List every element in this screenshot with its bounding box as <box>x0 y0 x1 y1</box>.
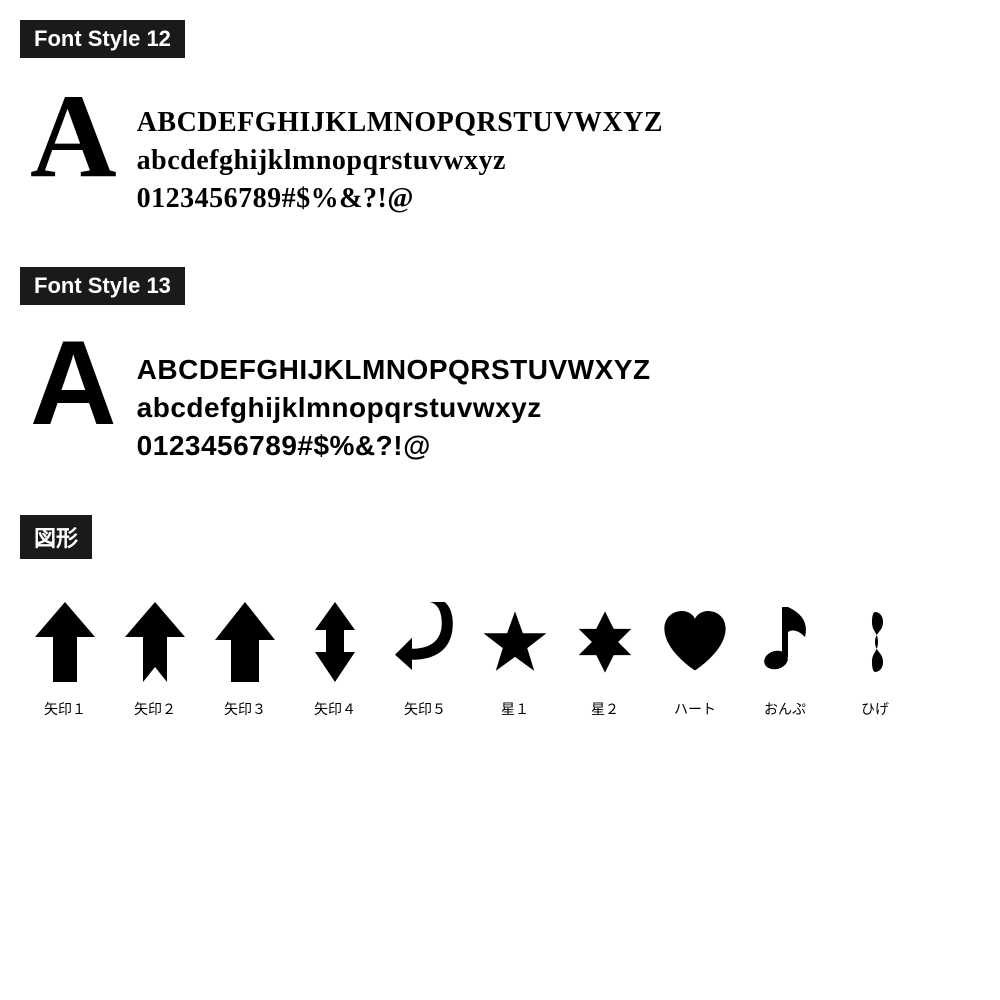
mustache-icon <box>858 597 893 687</box>
shape-arrow1: 矢印１ <box>20 597 110 719</box>
shape-arrow2-label: 矢印２ <box>134 699 176 719</box>
shapes-header: 図形 <box>20 515 92 559</box>
font-style-13-demo: A ABCDEFGHIJKLMNOPQRSTUVWXYZ abcdefghijk… <box>20 323 980 484</box>
font-style-12-demo: A ABCDEFGHIJKLMNOPQRSTUVWXYZ abcdefghijk… <box>20 76 980 237</box>
font-style-12-chars: ABCDEFGHIJKLMNOPQRSTUVWXYZ abcdefghijklm… <box>137 86 663 217</box>
font-style-13-lowercase: abcdefghijklmnopqrstuvwxyz <box>137 389 651 427</box>
shape-arrow4-label: 矢印４ <box>314 699 356 719</box>
shape-mustache-label: ひげ <box>861 699 889 719</box>
font-style-13-chars: ABCDEFGHIJKLMNOPQRSTUVWXYZ abcdefghijklm… <box>137 333 651 464</box>
star1-icon <box>480 597 550 687</box>
font-style-13-header: Font Style 13 <box>20 267 185 305</box>
arrow1-icon <box>30 597 100 687</box>
shapes-section: 図形 矢印１ 矢印２ <box>20 515 980 729</box>
font-style-12-lowercase: abcdefghijklmnopqrstuvwxyz <box>137 142 663 180</box>
shape-mustache: ひげ <box>830 597 920 719</box>
font-style-12-numbers: 0123456789#$%&?!@ <box>137 180 663 218</box>
shape-arrow3: 矢印３ <box>200 597 290 719</box>
shape-star1: 星１ <box>470 597 560 719</box>
shape-arrow5-label: 矢印５ <box>404 699 446 719</box>
font-style-12-section: Font Style 12 A ABCDEFGHIJKLMNOPQRSTUVWX… <box>20 20 980 237</box>
shape-heart: ハート <box>650 597 740 719</box>
shape-music-note-label: おんぷ <box>764 699 806 719</box>
arrow5-icon <box>390 597 460 687</box>
shape-arrow3-label: 矢印３ <box>224 699 266 719</box>
shape-arrow4: 矢印４ <box>290 597 380 719</box>
star2-icon <box>570 597 640 687</box>
shape-heart-label: ハート <box>674 699 716 719</box>
shapes-grid: 矢印１ 矢印２ 矢印３ <box>20 577 980 729</box>
shape-arrow2: 矢印２ <box>110 597 200 719</box>
shape-star2-label: 星２ <box>591 699 619 719</box>
font-style-13-numbers: 0123456789#$%&?!@ <box>137 427 651 465</box>
heart-icon <box>660 597 730 687</box>
music-note-icon <box>760 597 810 687</box>
shape-music-note: おんぷ <box>740 597 830 719</box>
font-style-13-section: Font Style 13 A ABCDEFGHIJKLMNOPQRSTUVWX… <box>20 267 980 484</box>
shape-star1-label: 星１ <box>501 699 529 719</box>
shape-arrow5: 矢印５ <box>380 597 470 719</box>
font-style-12-uppercase: ABCDEFGHIJKLMNOPQRSTUVWXYZ <box>137 104 663 142</box>
shape-arrow1-label: 矢印１ <box>44 699 86 719</box>
arrow2-icon <box>120 597 190 687</box>
font-style-13-big-letter: A <box>30 323 117 443</box>
font-style-13-uppercase: ABCDEFGHIJKLMNOPQRSTUVWXYZ <box>137 351 651 389</box>
font-style-12-header: Font Style 12 <box>20 20 185 58</box>
arrow4-icon <box>310 597 360 687</box>
font-style-12-big-letter: A <box>30 76 117 196</box>
shape-star2: 星２ <box>560 597 650 719</box>
arrow3-icon <box>210 597 280 687</box>
